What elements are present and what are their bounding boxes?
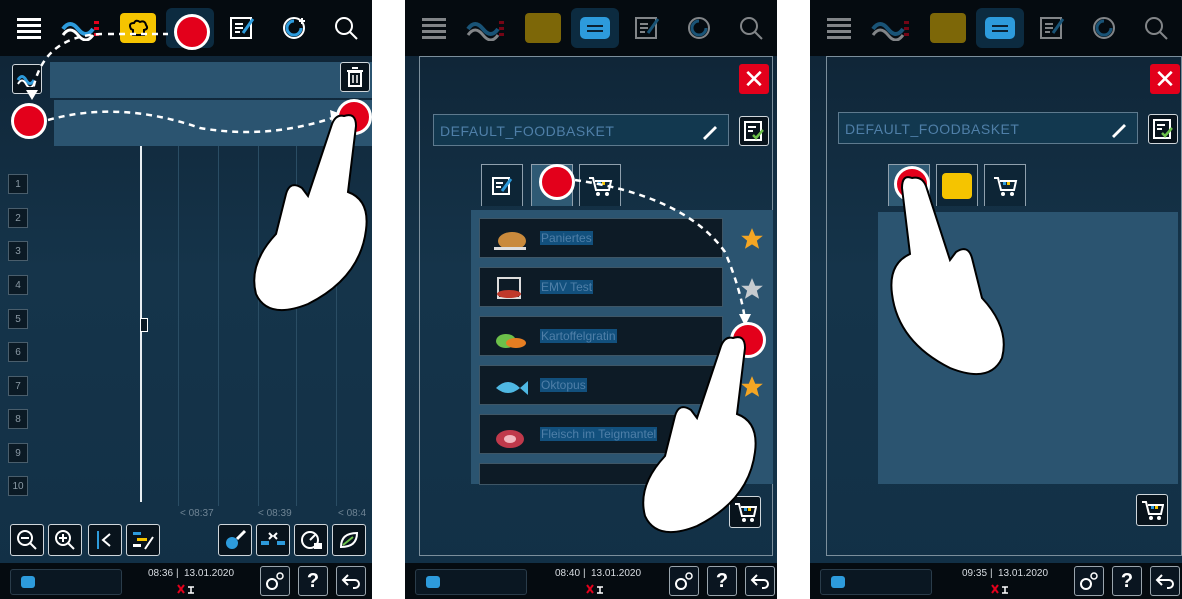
network-icon [176,583,196,595]
timeline-gridline [178,146,179,506]
close-button[interactable]: ✕ [1150,64,1180,94]
time-label: < 08:4 [338,508,367,519]
shelf-number: 6 [8,342,28,362]
help-button[interactable]: ? [1112,566,1142,596]
tap-marker [11,103,47,139]
refresh-clock-icon[interactable] [1088,8,1120,48]
timeline-gridline [218,146,219,506]
network-icon [990,583,1010,595]
footer-date: 13.01.2020 [998,568,1049,579]
shelf-number: 2 [8,208,28,228]
merge-icon[interactable] [256,524,290,556]
help-button[interactable]: ? [298,566,328,596]
footer-time: 08:40 [555,568,581,579]
footer-bar: 09:35 | 13.01.2020 ? [810,563,1182,599]
top-nav-bar [810,0,1182,56]
footer-bar: 08:40 | 13.01.2020 ? [405,563,777,599]
rotate-timer-icon[interactable] [294,524,328,556]
production-set-chip[interactable] [415,569,527,595]
menu-icon[interactable] [822,8,856,48]
panel-production-set: 1 2 3 4 5 6 7 8 9 10 < 08:37 < 08:39 < 0… [0,0,372,599]
jump-to-start-icon[interactable] [88,524,122,556]
shopping-cart-icon[interactable] [1136,494,1168,526]
shelf-number: 4 [8,275,28,295]
shelf-number: 1 [8,174,28,194]
zoom-in-icon[interactable] [48,524,82,556]
network-icon [585,583,605,595]
footer-separator: | [583,568,586,579]
footer-bar: 08:36 | 13.01.2020 ? [0,563,372,599]
settings-icon[interactable] [260,566,290,596]
panel-foodbasket-recipes: ✕ DEFAULT_FOODBASKET Paniertes EMV Test … [405,0,777,599]
footer-time: 09:35 [962,568,988,579]
shelf-number: 10 [8,476,28,496]
pointing-hand-icon [890,176,1005,375]
now-marker [140,318,148,332]
shelf-number: 9 [8,443,28,463]
pointing-hand-icon [642,336,757,533]
confirm-icon[interactable] [1148,114,1178,144]
back-icon[interactable] [1150,566,1180,596]
basket-name: DEFAULT_FOODBASKET [845,121,1020,137]
shelf-number: 3 [8,241,28,261]
time-label: < 08:37 [180,508,214,519]
shelf-number: 5 [8,309,28,329]
pencil-icon [1112,124,1126,138]
production-set-tab-icon[interactable] [976,8,1024,48]
gesture-path-arrows [574,178,751,326]
settings-icon[interactable] [1074,566,1104,596]
footer-separator: | [990,568,993,579]
zoom-out-icon[interactable] [10,524,44,556]
basket-name-field[interactable]: DEFAULT_FOODBASKET [838,112,1138,144]
tap-marker [539,164,575,200]
back-icon[interactable] [745,566,775,596]
meat-icon [496,430,524,448]
production-set-icon [426,576,440,588]
recipe-name: Oktopus [540,378,587,392]
shelf-number: 8 [8,409,28,429]
time-label: < 08:39 [258,508,292,519]
edit-plan-icon[interactable] [126,524,160,556]
panel-foodbasket-empty: ✕ DEFAULT_FOODBASKET 09:35 | 13.01.2020 … [810,0,1182,599]
production-set-chip[interactable] [10,569,122,595]
footer-time: 08:36 [148,568,174,579]
cooking-paths-icon[interactable] [868,8,912,48]
chef-hat-tab-icon[interactable] [928,8,968,48]
pointing-hand-icon [253,114,368,311]
search-icon[interactable] [1140,8,1172,48]
clean-icon[interactable] [218,524,252,556]
shelf-number: 7 [8,376,28,396]
settings-icon[interactable] [669,566,699,596]
edit-list-icon[interactable] [1036,8,1068,48]
production-set-icon [21,576,35,588]
production-set-icon [831,576,845,588]
footer-date: 13.01.2020 [591,568,642,579]
footer-date: 13.01.2020 [184,568,235,579]
tap-marker [174,14,210,50]
production-set-chip[interactable] [820,569,932,595]
fish-icon [496,381,528,395]
eco-mode-icon[interactable] [332,524,366,556]
help-button[interactable]: ? [707,566,737,596]
back-icon[interactable] [336,566,366,596]
footer-separator: | [176,568,179,579]
